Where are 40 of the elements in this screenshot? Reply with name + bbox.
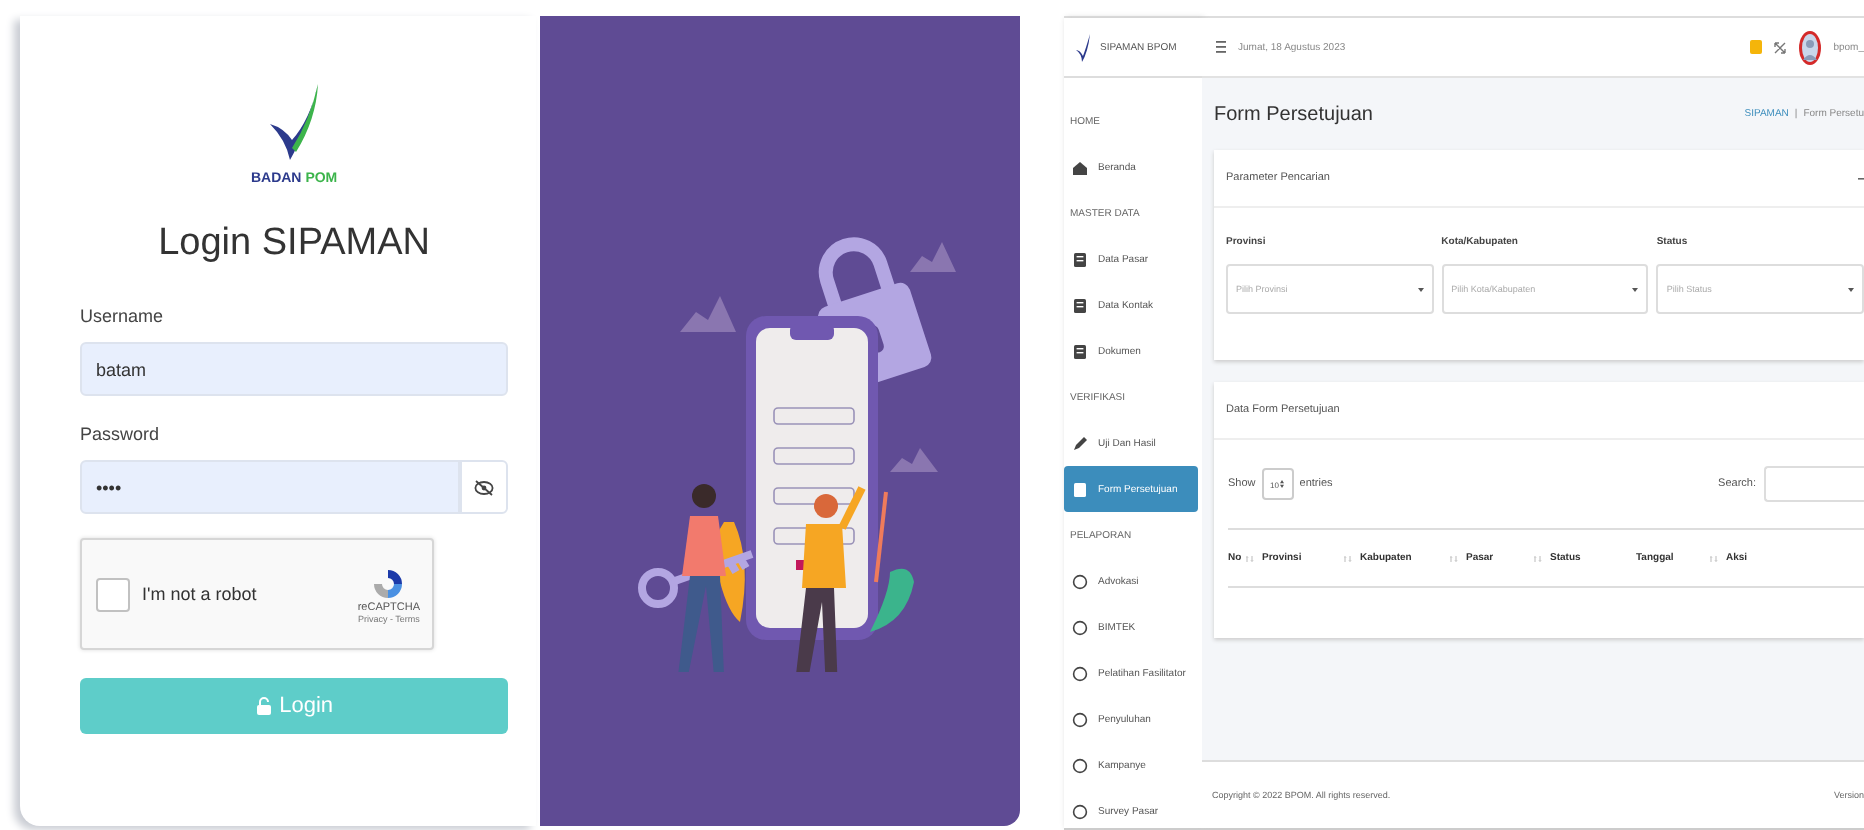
collapse-icon[interactable] xyxy=(1858,175,1864,181)
robot-checkbox[interactable] xyxy=(96,577,130,611)
checkmark-logo-icon xyxy=(1074,31,1092,63)
page-title: Form Persetujuan xyxy=(1214,103,1373,125)
password-label: Password xyxy=(80,424,162,444)
dropdown-caret-icon xyxy=(1632,287,1639,291)
sort-icon xyxy=(1710,555,1718,561)
dropdown-caret-icon xyxy=(1847,287,1854,291)
sort-arrows-icon xyxy=(1280,480,1285,488)
username-label: Username xyxy=(80,306,166,326)
sort-icon xyxy=(1246,555,1254,561)
eye-slash-icon xyxy=(474,479,495,495)
search-field[interactable] xyxy=(1764,466,1864,502)
unlocked-padlock-icon xyxy=(255,696,272,716)
document-icon xyxy=(1072,297,1088,313)
document-icon xyxy=(1072,481,1088,497)
document-icon xyxy=(1072,343,1088,359)
sort-icon xyxy=(1450,555,1458,561)
checkbox-label: I'm not a robot xyxy=(142,584,259,604)
circle-icon xyxy=(1072,711,1088,727)
menu-icon[interactable] xyxy=(1216,40,1226,54)
checkmark-logo-icon xyxy=(266,80,323,164)
sort-icon xyxy=(1344,555,1352,561)
expand-icon[interactable] xyxy=(1773,41,1786,53)
avatar-icon[interactable] xyxy=(1797,29,1822,65)
circle-icon xyxy=(1072,757,1088,773)
username-field[interactable]: batam xyxy=(80,342,509,396)
pen-icon xyxy=(1072,435,1088,451)
document-icon xyxy=(1072,251,1088,267)
password-field[interactable]: •••• xyxy=(80,460,461,514)
recaptcha-logo-icon xyxy=(370,565,407,601)
login-title: Login SIPAMAN xyxy=(156,222,432,266)
dropdown-caret-icon xyxy=(1417,287,1424,291)
circle-icon xyxy=(1072,619,1088,635)
circle-icon xyxy=(1072,665,1088,681)
circle-icon xyxy=(1072,803,1088,819)
circle-icon xyxy=(1072,573,1088,589)
sort-icon xyxy=(1534,555,1542,561)
toggle-visibility-button[interactable] xyxy=(460,460,509,514)
house-icon xyxy=(1072,159,1088,175)
